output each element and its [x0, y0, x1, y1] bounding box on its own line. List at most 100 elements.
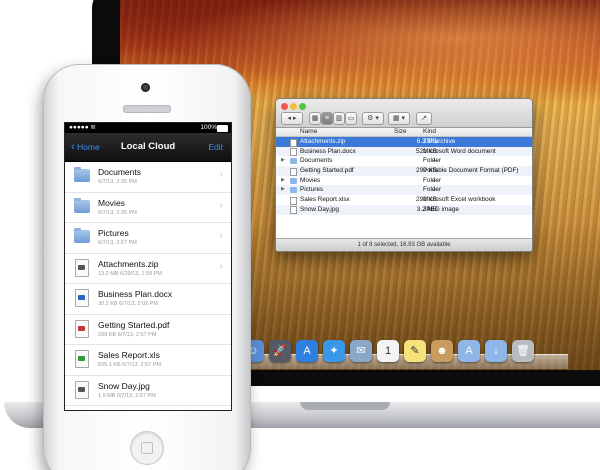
- folder-icon: [290, 177, 297, 184]
- folder-icon: [290, 158, 297, 165]
- list-item-name: Pictures: [98, 228, 129, 238]
- list-item-meta: 835.1 KB 6/7/13, 2:57 PM: [98, 362, 161, 368]
- list-item-meta: 1.9 MB 6/7/13, 2:57 PM: [98, 392, 156, 399]
- finder-row-name: Snow Day.jpg: [300, 205, 339, 213]
- list-item-meta: 6/7/13, 2:35 PM: [98, 179, 137, 185]
- finder-row-name: Sales Report.xlsx: [300, 196, 350, 204]
- disclosure-triangle-icon[interactable]: ▶: [281, 185, 285, 195]
- phone-screen: ●●●●● ≋ 100% ‹ Home Local Cloud Edit Doc…: [64, 122, 232, 411]
- list-item-meta: 13.2 MB 6/29/13, 1:58 PM: [98, 270, 162, 277]
- document-icon: [75, 289, 89, 307]
- chevron-right-icon: ›: [219, 169, 223, 180]
- launchpad-dock-icon[interactable]: 🚀: [269, 340, 291, 362]
- nav-title: Local Cloud: [120, 141, 176, 152]
- list-item-name: Documents: [98, 167, 141, 177]
- disclosure-triangle-icon[interactable]: ▶: [281, 176, 285, 186]
- finder-row[interactable]: Snow Day.jpg 3.2 MB JPEG image: [276, 204, 532, 215]
- arrange-menu-button[interactable]: ▦ ▾: [388, 112, 410, 125]
- mail-dock-icon[interactable]: ✉: [350, 340, 372, 362]
- downloads-folder-dock-icon[interactable]: ↓: [485, 340, 507, 362]
- applications-folder-dock-icon[interactable]: A: [458, 340, 480, 362]
- finder-row-kind: Microsoft Word document: [423, 147, 496, 155]
- list-item-meta: 6/7/13, 2:35 PM: [98, 209, 137, 216]
- action-menu-button[interactable]: ⚙ ▾: [362, 112, 384, 125]
- finder-titlebar[interactable]: ◂ ▸ ▦ ≡ ▥ ▭ ⚙ ▾ ▦ ▾ ↗: [276, 99, 532, 128]
- home-square-icon: [141, 442, 153, 454]
- list-item-name: Movies: [98, 197, 125, 208]
- close-window-icon[interactable]: [281, 103, 288, 110]
- finder-row[interactable]: ▶ Documents -- Folder: [276, 156, 532, 166]
- column-size[interactable]: Size: [394, 128, 407, 136]
- dock: ☺ 🚀 A ✦ ✉ 1 ✎ ☻ A ↓ 🗑: [238, 340, 558, 366]
- list-view-button[interactable]: ≡: [321, 112, 333, 125]
- list-item[interactable]: Getting Started.pdf 299 KB 6/7/13, 2:57 P…: [65, 315, 231, 345]
- finder-row[interactable]: Sales Report.xlsx 292 KB Microsoft Excel w…: [276, 195, 532, 205]
- list-item[interactable]: Attachments.zip 13.2 MB 6/29/13, 1:58 PM ›: [65, 254, 231, 284]
- calendar-dock-icon[interactable]: 1: [377, 340, 399, 362]
- laptop-notch: [300, 402, 390, 410]
- list-item[interactable]: Movies 6/7/13, 2:35 PM ›: [65, 193, 231, 223]
- folder-icon: [74, 228, 90, 243]
- finder-row-kind: Portable Document Format (PDF): [423, 167, 519, 175]
- earpiece-speaker: [123, 105, 171, 113]
- image-file-icon: [75, 380, 89, 399]
- safari-dock-icon[interactable]: ✦: [323, 340, 345, 362]
- contacts-dock-icon[interactable]: ☻: [431, 340, 453, 362]
- back-forward-button[interactable]: ◂ ▸: [281, 112, 303, 125]
- share-button[interactable]: ↗: [416, 112, 432, 125]
- finder-row-name: Documents: [300, 157, 333, 165]
- finder-row[interactable]: ▶ Pictures -- Folder: [276, 185, 532, 196]
- list-item-name: Getting Started.pdf: [98, 319, 170, 330]
- pdf-file-icon: [290, 167, 297, 176]
- minimize-window-icon[interactable]: [290, 103, 297, 110]
- zip-file-icon: [75, 258, 89, 277]
- finder-row[interactable]: ▶ Movies -- Folder: [276, 176, 532, 186]
- pdf-file-icon: [75, 319, 89, 338]
- file-type-badge: [78, 386, 85, 392]
- file-type-badge: [78, 356, 85, 361]
- list-item[interactable]: Pictures 6/7/13, 2:57 PM ›: [65, 223, 231, 254]
- list-item[interactable]: Documents 6/7/13, 2:35 PM ›: [65, 162, 231, 193]
- battery-percent: 100%: [200, 124, 217, 131]
- column-kind[interactable]: Kind: [423, 128, 436, 136]
- icon-view-button[interactable]: ▦: [309, 112, 321, 125]
- status-bar: ●●●●● ≋ 100%: [65, 123, 231, 133]
- iphone-device: ●●●●● ≋ 100% ‹ Home Local Cloud Edit Doc…: [43, 64, 251, 470]
- front-camera: [141, 83, 150, 92]
- signal-icon: ●●●●● ≋: [69, 124, 96, 131]
- edit-button[interactable]: Edit: [208, 133, 223, 161]
- chevron-right-icon: ›: [219, 199, 223, 211]
- folder-icon: [290, 187, 297, 194]
- notes-dock-icon[interactable]: ✎: [404, 340, 426, 362]
- finder-row[interactable]: Attachments.zip 6.3 MB ZIP archive: [276, 137, 532, 147]
- finder-row-kind: ZIP archive: [423, 138, 456, 145]
- cover-flow-button[interactable]: ▭: [345, 112, 357, 125]
- file-type-badge: [78, 325, 85, 331]
- list-item[interactable]: Business Plan.docx 30.2 KB 6/7/13, 2:02 P…: [65, 284, 231, 315]
- finder-row-name: Business Plan.docx: [300, 147, 356, 155]
- list-item[interactable]: Snow Day.jpg 1.9 MB 6/7/13, 2:57 PM: [65, 376, 231, 406]
- column-view-button[interactable]: ▥: [333, 112, 345, 125]
- finder-row-kind: Folder: [423, 157, 442, 165]
- home-button[interactable]: [130, 431, 164, 465]
- zoom-window-icon[interactable]: [299, 103, 306, 110]
- trash-dock-icon[interactable]: 🗑: [512, 340, 534, 362]
- finder-window[interactable]: ◂ ▸ ▦ ≡ ▥ ▭ ⚙ ▾ ▦ ▾ ↗ Name Size Kind Att…: [275, 98, 533, 252]
- finder-row-name: Attachments.zip: [300, 138, 346, 145]
- list-item-name: Business Plan.docx: [98, 289, 173, 299]
- app-store-dock-icon[interactable]: A: [296, 340, 318, 362]
- document-icon: [290, 148, 297, 157]
- disclosure-triangle-icon[interactable]: ▶: [281, 156, 285, 166]
- image-file-icon: [290, 206, 297, 215]
- finder-row[interactable]: Getting Started.pdf 299 KB Portable Docume…: [276, 166, 532, 176]
- finder-row-kind: Microsoft Excel workbook: [423, 196, 496, 204]
- battery-icon: [217, 125, 228, 132]
- column-name[interactable]: Name: [300, 128, 317, 136]
- finder-row[interactable]: Business Plan.docx 521 KB Microsoft Word d…: [276, 146, 532, 157]
- folder-icon: [74, 167, 90, 182]
- list-item[interactable]: Sales Report.xls 835.1 KB 6/7/13, 2:57 PM: [65, 345, 231, 376]
- list-item-name: Attachments.zip: [98, 258, 159, 269]
- zip-file-icon: [290, 138, 297, 147]
- finder-row-name: Getting Started.pdf: [300, 167, 354, 175]
- finder-row-kind: JPEG image: [423, 205, 459, 213]
